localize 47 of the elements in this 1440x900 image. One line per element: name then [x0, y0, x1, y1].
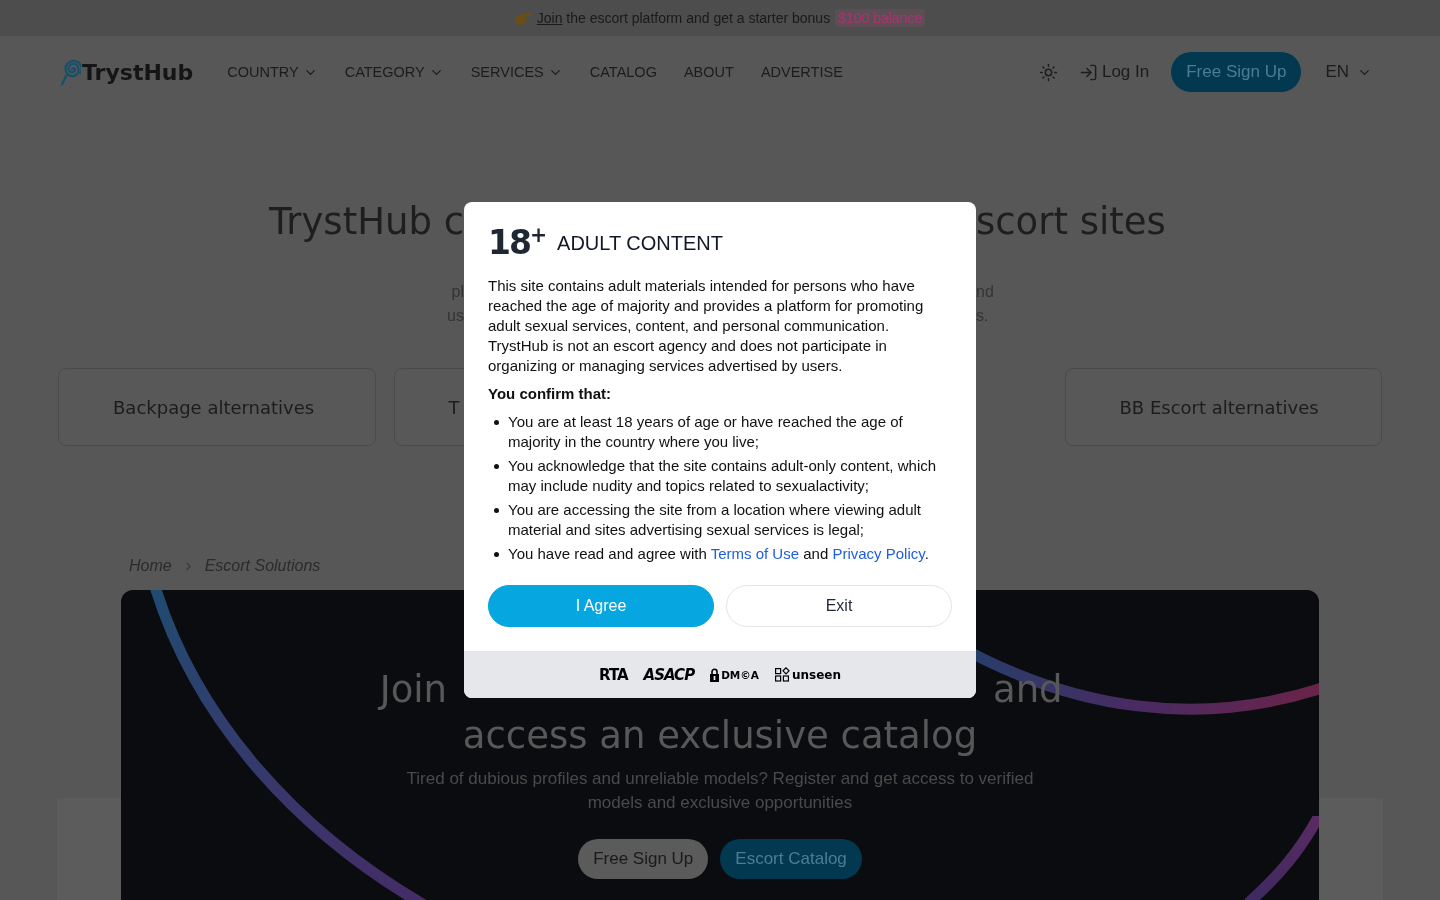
policy-link[interactable]: Terms of Use	[710, 545, 800, 562]
pointing-hand-icon	[514, 11, 532, 25]
partner-logo-text: unseen	[791, 667, 841, 682]
exit-button[interactable]: Exit	[726, 585, 952, 627]
nav-link[interactable]: ADVERTISE	[760, 62, 843, 82]
consent-item: You acknowledge that the site contains adult-only content, which may include nudity and topics related to sexualactivity;	[508, 456, 938, 496]
page-title: scort sites	[976, 199, 1166, 245]
bullet-icon	[494, 464, 499, 469]
catalog-button[interactable]: Escort Catalog	[720, 839, 862, 879]
partner-logo-text: ASACP	[643, 665, 695, 684]
promo-title: access an exclusive catalog	[462, 713, 978, 759]
promo-title: and	[993, 667, 1063, 713]
consent-item: You have read and agree with Terms of Use and Privacy Policy.	[508, 544, 930, 564]
dialog-title: ADULT CONTENT	[557, 231, 723, 255]
nav-link[interactable]: ABOUT	[683, 62, 734, 82]
language-select[interactable]: EN	[1325, 62, 1372, 82]
sun-icon[interactable]	[1038, 62, 1058, 82]
alternatives-card[interactable]: Backpage alternatives	[58, 368, 376, 446]
dialog-text: This site contains adult materials intended for persons who have reached the age of majority and provides a platform for promoting adult sexual services, content, and personal communication. TrystHub is not an escort agency and does not participate in organizing or managing services advertised by users.	[488, 276, 925, 376]
agree-button[interactable]: I Agree	[488, 585, 714, 627]
signup-button[interactable]: Free Sign Up	[1171, 52, 1302, 92]
bullet-icon	[494, 420, 499, 425]
page-title: TrystHub c	[269, 199, 464, 245]
spiral-logo-icon	[60, 58, 81, 86]
login-link[interactable]: Log In	[1078, 62, 1150, 82]
age-rating-text: 18$^{+}$	[488, 226, 548, 260]
confirm-heading: You confirm that:	[488, 384, 613, 404]
signup-button[interactable]: Free Sign Up	[578, 839, 709, 879]
nav-link[interactable]: CATEGORY	[344, 62, 444, 82]
nav-link[interactable]: CATALOG	[589, 62, 657, 82]
partner-logo-text: RTA	[599, 665, 628, 684]
squares-icon	[774, 667, 790, 682]
bullet-icon	[494, 508, 499, 513]
partner-logo-text: DM©A	[721, 668, 759, 681]
alternatives-card[interactable]: BB Escort alternatives	[1064, 368, 1382, 446]
lock-icon	[710, 667, 720, 682]
promo-title: Join	[379, 667, 447, 713]
consent-item: You are accessing the site from a location where viewing adult material and sites advertising sexual services is legal;	[508, 500, 922, 540]
promo-text: Tired of dubious profiles and unreliable models? Register and get access to verified models and exclusive opportunities	[405, 768, 1035, 814]
logo-text[interactable]: TrystHub	[82, 59, 194, 85]
nav-link[interactable]: SERVICES	[470, 62, 563, 82]
consent-item: You are at least 18 years of age or have reached the age of majority in the country where you live;	[508, 412, 904, 452]
policy-link[interactable]: Privacy Policy	[832, 545, 925, 562]
bonus-highlight: $100 balance	[835, 9, 926, 27]
login-icon	[1078, 62, 1098, 82]
nav-link[interactable]: COUNTRY	[227, 62, 318, 82]
bullet-icon	[494, 552, 499, 557]
